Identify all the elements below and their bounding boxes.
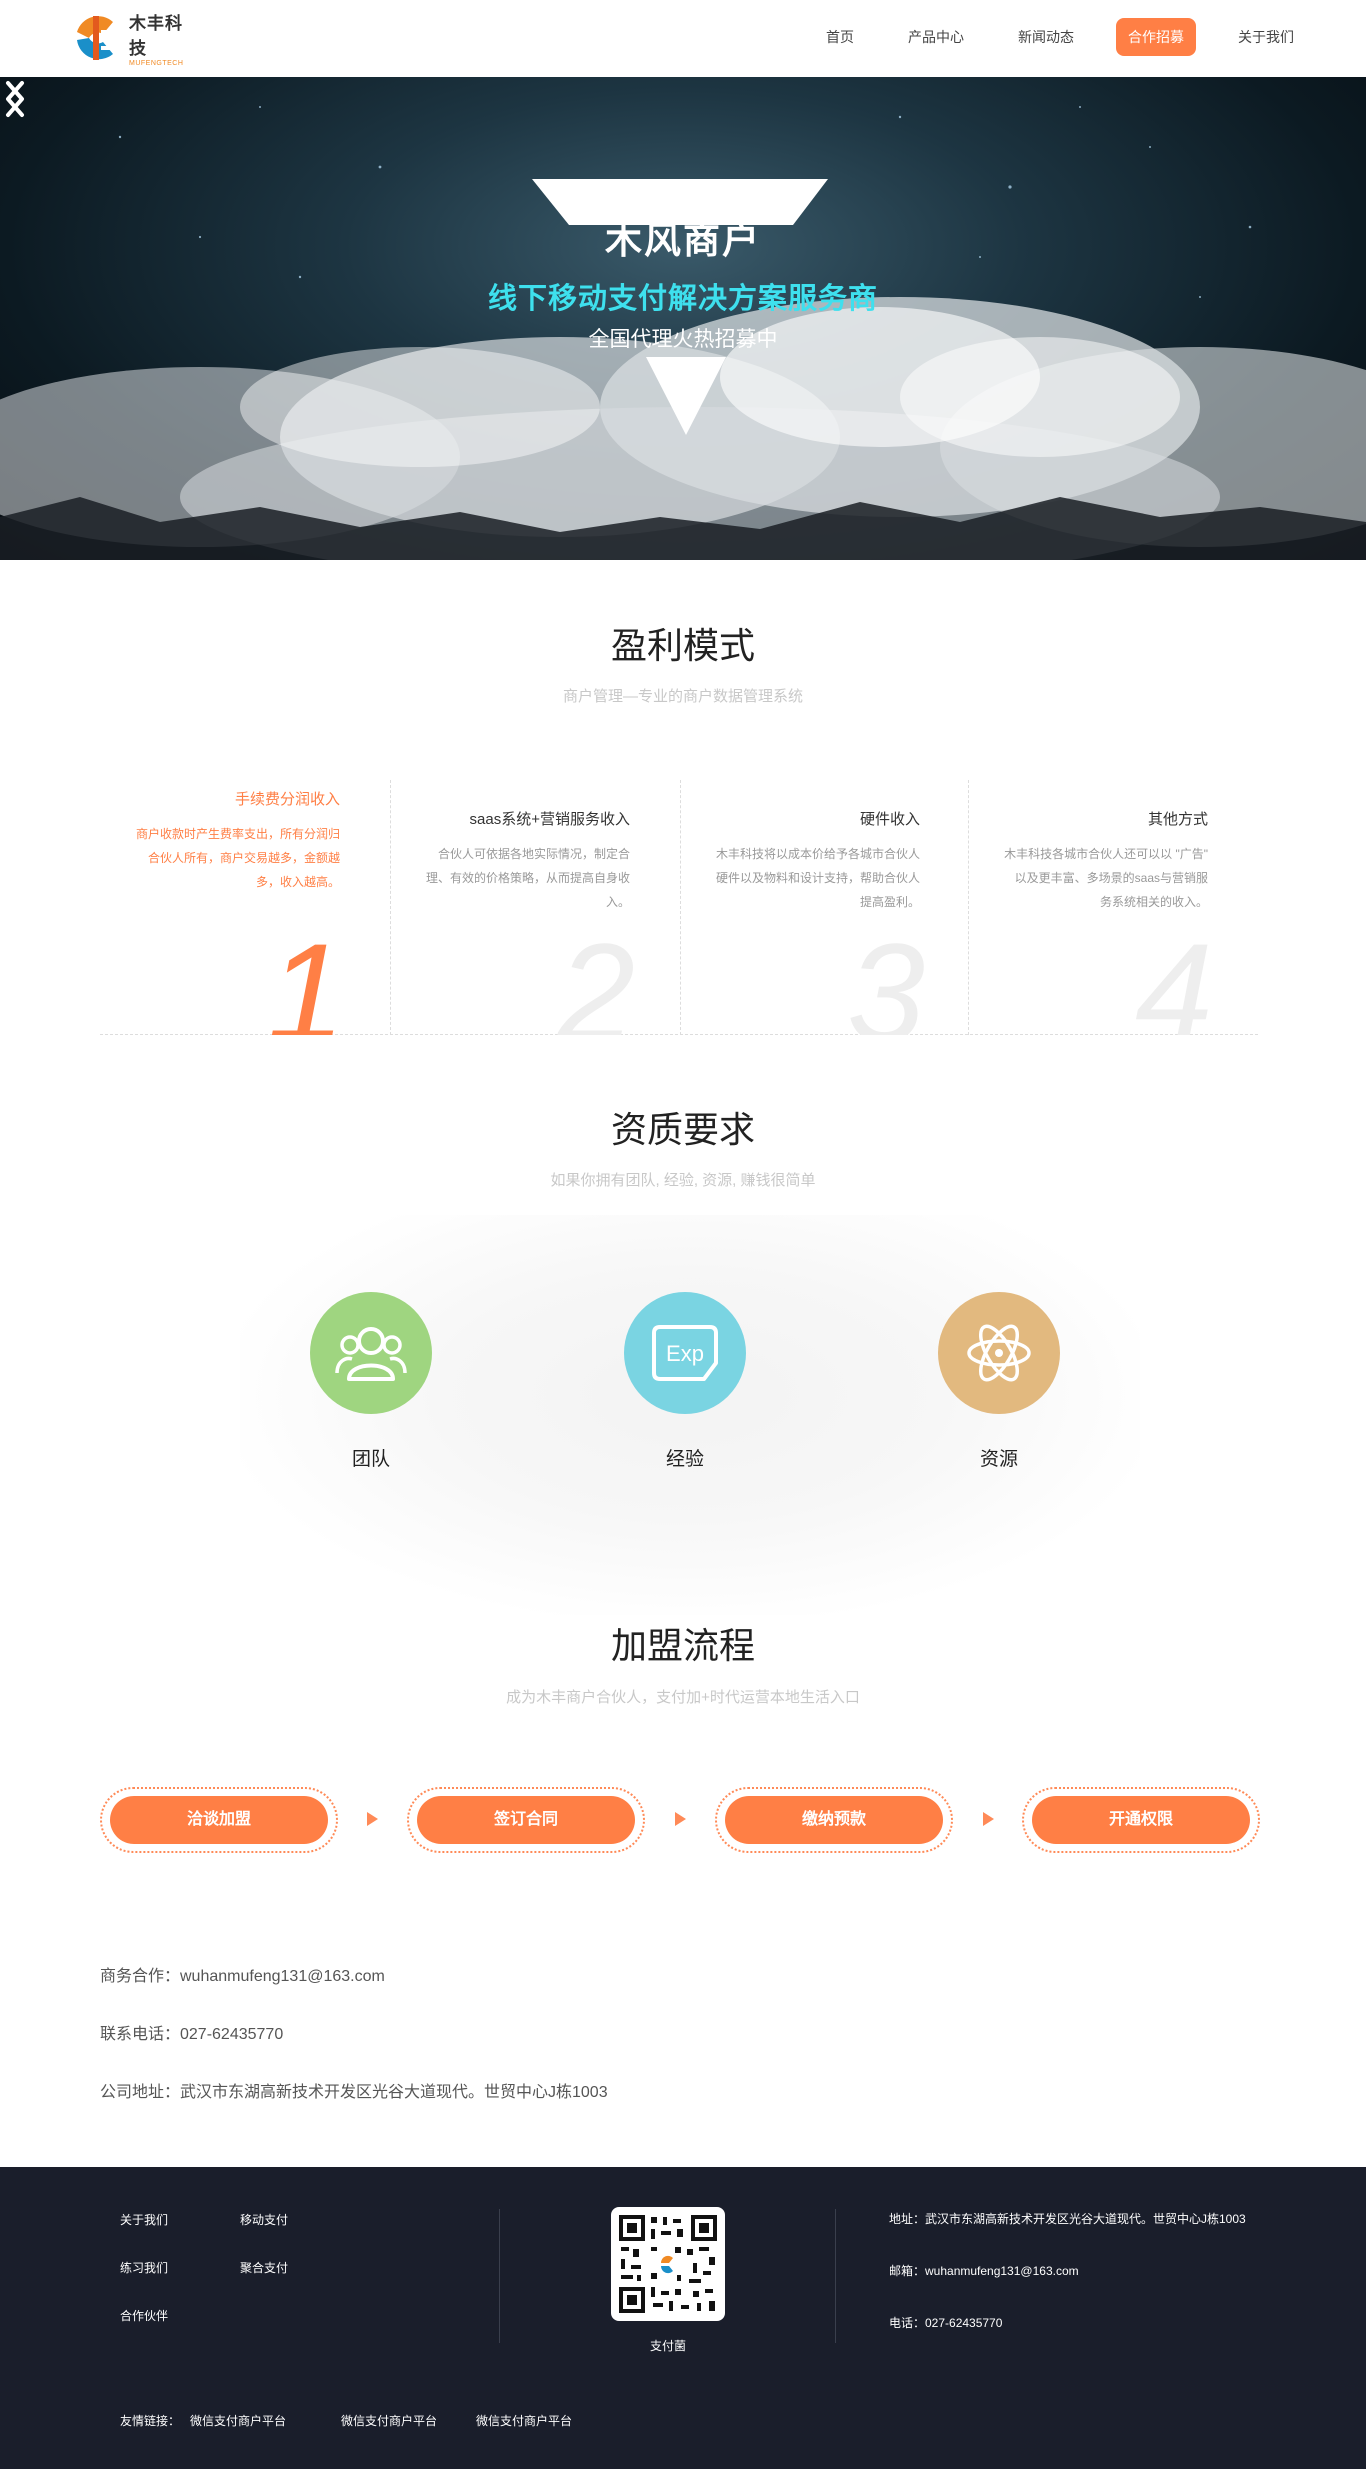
process-step: 洽谈加盟 [100,1787,338,1853]
friend-link[interactable]: 微信支付商户平台 [341,2412,437,2429]
qualification-label: 经验 [665,1449,704,1470]
profit-item-title: 手续费分润收入 [234,791,340,808]
nav-item-news[interactable]: 新闻动态 [1006,18,1086,56]
profit-item-other[interactable]: 其他方式 木丰科技各城市合伙人还可以以 "广告" 以及更丰富、多场景的saas与… [968,780,1258,1035]
profit-item-title: saas系统+营销服务收入 [469,811,630,828]
main-nav: 首页 产品中心 新闻动态 合作招募 关于我们 [784,18,1306,56]
contact-address: 公司地址：武汉市东湖高新技术开发区光谷大道现代。世贸中心J栋1003 [100,2084,608,2101]
profit-model-grid: 手续费分润收入 商户收款时产生费率支出，所有分润归合伙人所有，商户交易越多，金额… [100,780,1258,1035]
footer-address: 地址：武汉市东湖高新技术开发区光谷大道现代。世贸中心J栋1003 [889,2212,1246,2226]
process-step-contract-button[interactable]: 签订合同 [417,1796,635,1844]
friend-link[interactable]: 微信支付商户平台 [190,2412,286,2429]
qualification-label: 团队 [351,1449,390,1470]
logo-name-en: MUFENGTECH [129,60,184,67]
qr-code-label: 支付菌 [649,2339,686,2353]
process-arrow-icon [367,1812,378,1826]
process-section-title: 加盟流程 [610,1625,755,1666]
process-step: 开通权限 [1022,1787,1260,1853]
profit-item-desc: 商户收款时产生费率支出，所有分润归合伙人所有，商户交易越多，金额越多，收入越高。 [135,827,340,889]
profit-item-number: 3 [847,914,925,1036]
footer-link-mobile-pay[interactable]: 移动支付 [240,2211,288,2228]
qualification-item-team: 团队 [310,1292,432,1471]
friend-links-label: 友情链接： [120,2414,181,2428]
footer-link-aggregate-pay[interactable]: 聚合支付 [240,2259,288,2276]
qualification-section-title: 资质要求 [610,1109,755,1150]
logo-mark [73,10,121,66]
atom-icon [938,1292,1060,1414]
contact-email: 商务合作：wuhanmufeng131@163.com [100,1968,385,1985]
footer-link-partners[interactable]: 合作伙伴 [120,2307,168,2324]
footer-email: 邮箱：wuhanmufeng131@163.com [889,2264,1079,2278]
svg-text:Exp: Exp [666,1341,704,1366]
process-arrow-icon [983,1812,994,1826]
profit-item-desc: 合伙人可依据各地实际情况，制定合理、有效的价格策略，从而提高自身收入。 [425,847,630,909]
logo[interactable]: 木丰科技 MUFENGTECH [73,10,193,67]
process-section-subtitle: 成为木丰商户合伙人，支付加+时代运营本地生活入口 [506,1689,860,1706]
qr-code [611,2207,725,2321]
profit-item-commission[interactable]: 手续费分润收入 商户收款时产生费率支出，所有分润归合伙人所有，商户交易越多，金额… [100,780,390,1035]
qualification-item-experience: Exp 经验 [624,1292,746,1471]
nav-item-recruit[interactable]: 合作招募 [1116,18,1196,56]
site-header: 木丰科技 MUFENGTECH 首页 产品中心 新闻动态 合作招募 关于我们 [0,0,1366,77]
footer-divider [835,2209,836,2343]
profit-section-subtitle: 商户管理—专业的商户数据管理系统 [562,688,803,705]
friend-link[interactable]: 微信支付商户平台 [476,2412,572,2429]
qualification-item-resource: 资源 [938,1292,1060,1471]
process-step-activate-button[interactable]: 开通权限 [1032,1796,1250,1844]
banner-background-art [0,106,1366,560]
footer-phone: 电话：027-62435770 [889,2316,1003,2330]
banner-tagline: 全国代理火热招募中 [588,328,778,351]
logo-name: 木丰科技 [129,14,183,58]
contact-phone: 联系电话：027-62435770 [100,2026,284,2043]
profit-item-number: 4 [1135,914,1213,1036]
footer-link-about[interactable]: 关于我们 [120,2211,168,2228]
profit-item-saas[interactable]: saas系统+营销服务收入 合伙人可依据各地实际情况，制定合理、有效的价格策略，… [390,780,680,1035]
hero-banner: 木风商户 线下移动支付解决方案服务商 全国代理火热招募中 [0,77,1366,560]
process-step: 签订合同 [407,1787,645,1853]
qualification-section-subtitle: 如果你拥有团队, 经验, 资源, 赚钱很简单 [550,1172,816,1189]
banner-subtitle: 线下移动支付解决方案服务商 [487,283,878,315]
process-arrow-icon [675,1812,686,1826]
nav-item-products[interactable]: 产品中心 [896,18,976,56]
qualification-label: 资源 [979,1449,1018,1470]
profit-item-number: 1 [267,914,345,1036]
profit-item-number: 2 [557,914,635,1036]
process-step-negotiate-button[interactable]: 洽谈加盟 [110,1796,328,1844]
process-step: 缴纳预款 [715,1787,953,1853]
nav-item-home[interactable]: 首页 [814,18,866,56]
profit-section-title: 盈利模式 [610,625,755,666]
profit-item-desc: 木丰科技各城市合伙人还可以以 "广告" 以及更丰富、多场景的saas与营销服务系… [1004,847,1208,909]
process-step-deposit-button[interactable]: 缴纳预款 [725,1796,943,1844]
footer-link-contact[interactable]: 练习我们 [120,2259,168,2276]
profit-item-title: 其他方式 [1147,811,1208,828]
banner-title: 木风商户 [605,220,761,261]
profit-item-title: 硬件收入 [859,811,920,828]
profit-item-desc: 木丰科技将以成本价给予各城市合伙人硬件以及物料和设计支持，帮助合伙人提高盈利。 [715,847,920,909]
team-icon [310,1292,432,1414]
exp-icon: Exp [624,1292,746,1414]
footer-divider [499,2209,500,2343]
site-footer: 关于我们 移动支付 练习我们 聚合支付 合作伙伴 支付菌 地址：武汉市东湖高新技… [0,2167,1366,2469]
nav-item-about[interactable]: 关于我们 [1226,18,1306,56]
banner-next-arrow-icon[interactable] [0,77,30,121]
profit-item-hardware[interactable]: 硬件收入 木丰科技将以成本价给予各城市合伙人硬件以及物料和设计支持，帮助合伙人提… [680,780,970,1035]
